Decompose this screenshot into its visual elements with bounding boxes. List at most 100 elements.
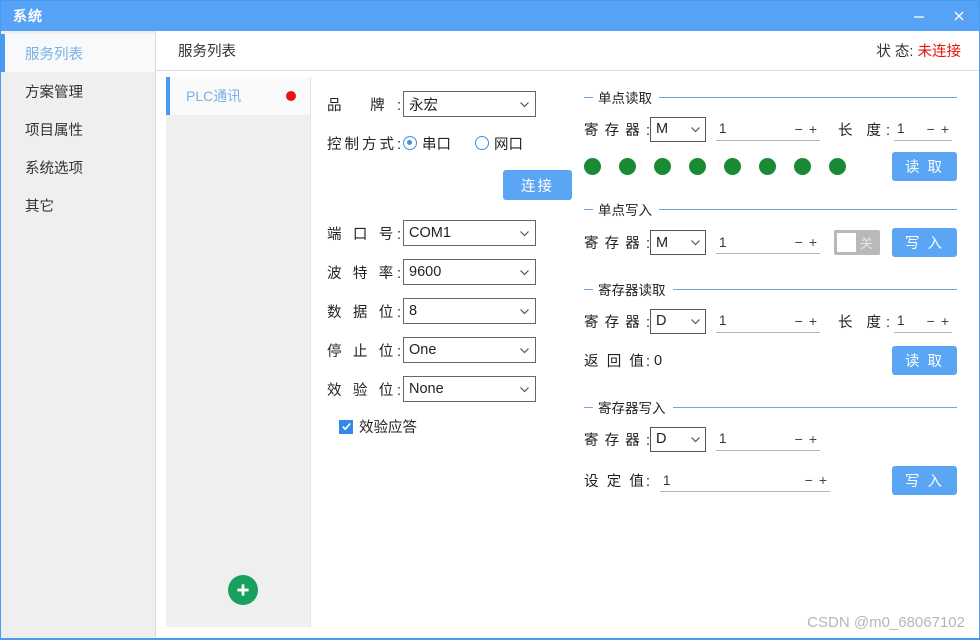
chevron-down-icon: [518, 98, 531, 111]
port-select[interactable]: COM1: [403, 220, 536, 246]
register-read-address-value[interactable]: 1: [716, 313, 792, 328]
sidebar-item-scheme-management[interactable]: 方案管理: [1, 72, 155, 110]
single-read-input-row: 寄存器: M 1 − +: [584, 116, 957, 142]
single-write-register-select[interactable]: M: [650, 230, 706, 255]
chevron-down-icon: [518, 344, 531, 357]
register-read-register-select[interactable]: D: [650, 309, 706, 334]
single-write-register-value: M: [656, 235, 689, 251]
decrement-button[interactable]: −: [792, 314, 806, 328]
register-write-set-value[interactable]: 1: [660, 473, 802, 488]
radio-network-label[interactable]: 网口: [494, 133, 523, 154]
register-read-return-label: 返 回 值:: [584, 350, 650, 371]
single-read-register-value: M: [656, 121, 689, 137]
decrement-button[interactable]: −: [792, 122, 806, 136]
chevron-down-icon: [518, 266, 531, 279]
group-label: 寄存器读取: [598, 279, 666, 299]
radio-serial-icon[interactable]: [403, 136, 417, 150]
page-title: 服务列表: [178, 40, 236, 61]
sidebar-item-system-options[interactable]: 系统选项: [1, 148, 155, 186]
group-register-write: 寄存器写入 寄存器: D 1: [584, 397, 957, 495]
databits-select[interactable]: 8: [403, 298, 536, 324]
register-read-return-row: 返 回 值: 0 读 取: [584, 346, 957, 375]
brand-label: 品 牌:: [327, 94, 403, 115]
parity-label: 效 验 位:: [327, 379, 403, 400]
group-rule: [659, 209, 957, 210]
group-rule: [659, 97, 957, 98]
plus-icon: [234, 581, 252, 599]
service-list-item-plc[interactable]: PLC通讯: [166, 77, 310, 115]
increment-button[interactable]: +: [816, 473, 830, 487]
baudrate-select[interactable]: 9600: [403, 259, 536, 285]
stopbits-select[interactable]: One: [403, 337, 536, 363]
single-write-address-value[interactable]: 1: [716, 235, 792, 250]
parity-select[interactable]: None: [403, 376, 536, 402]
app-window: 系统 服务列表 方案管理 项目属性 系统选项: [0, 0, 980, 640]
single-write-toggle[interactable]: 关: [834, 230, 880, 255]
check-reply-label: 效验应答: [359, 416, 417, 437]
connection-form: 品 牌: 永宏 控制方式: 串口: [311, 71, 576, 639]
sidebar-item-other[interactable]: 其它: [1, 186, 155, 224]
single-read-length-value[interactable]: 1: [894, 121, 924, 136]
group-dash: [584, 209, 593, 210]
register-write-address-stepper[interactable]: 1 − +: [716, 428, 820, 451]
increment-button[interactable]: +: [938, 122, 952, 136]
panes: PLC通讯 品 牌: 永宏: [156, 71, 979, 639]
single-read-address-stepper[interactable]: 1 − +: [716, 118, 820, 141]
single-read-address-value[interactable]: 1: [716, 121, 792, 136]
increment-button[interactable]: +: [806, 314, 820, 328]
decrement-button[interactable]: −: [924, 122, 938, 136]
single-write-input-row: 寄存器: M 1 − +: [584, 228, 957, 257]
minimize-icon[interactable]: [899, 1, 939, 31]
register-read-input-row: 寄存器: D 1 − +: [584, 308, 957, 334]
group-title-register-write: 寄存器写入: [584, 397, 957, 417]
register-write-button[interactable]: 写 入: [892, 466, 957, 495]
increment-button[interactable]: +: [806, 235, 820, 249]
single-read-length-stepper[interactable]: 1 − +: [894, 118, 952, 141]
add-service-button[interactable]: [228, 575, 258, 605]
sidebar: 服务列表 方案管理 项目属性 系统选项 其它: [1, 31, 156, 640]
decrement-button[interactable]: −: [792, 235, 806, 249]
increment-button[interactable]: +: [938, 314, 952, 328]
check-reply-row[interactable]: 效验应答: [327, 416, 576, 437]
register-read-length-value[interactable]: 1: [894, 313, 924, 328]
register-read-button[interactable]: 读 取: [892, 346, 957, 375]
single-read-length-label: 长 度:: [838, 119, 890, 140]
group-rule: [673, 289, 958, 290]
decrement-button[interactable]: −: [924, 314, 938, 328]
register-write-address-value[interactable]: 1: [716, 431, 792, 446]
brand-select[interactable]: 永宏: [403, 91, 536, 117]
increment-button[interactable]: +: [806, 432, 820, 446]
content-area: 服务列表 状 态: 未连接 PLC通讯: [156, 31, 979, 640]
register-write-set-stepper[interactable]: 1 − +: [660, 469, 830, 492]
bit-indicator-dot: [829, 158, 846, 175]
register-write-register-value: D: [656, 431, 689, 447]
bit-indicator-dot: [689, 158, 706, 175]
single-read-result-dots: 读 取: [584, 152, 957, 181]
status-dot-icon: [286, 91, 296, 101]
brand-value: 永宏: [409, 94, 518, 115]
register-read-register-label: 寄存器:: [584, 311, 650, 332]
increment-button[interactable]: +: [806, 122, 820, 136]
single-read-button[interactable]: 读 取: [892, 152, 957, 181]
decrement-button[interactable]: −: [802, 473, 816, 487]
radio-serial-label[interactable]: 串口: [422, 133, 451, 154]
radio-network-icon[interactable]: [475, 136, 489, 150]
group-title-register-read: 寄存器读取: [584, 279, 957, 299]
single-read-register-select[interactable]: M: [650, 117, 706, 142]
sidebar-item-project-properties[interactable]: 项目属性: [1, 110, 155, 148]
sidebar-item-service-list[interactable]: 服务列表: [1, 34, 155, 72]
connect-button[interactable]: 连接: [503, 170, 572, 200]
stopbits-value: One: [409, 342, 518, 358]
bit-indicator-dot: [619, 158, 636, 175]
register-read-length-stepper[interactable]: 1 − +: [894, 310, 952, 333]
single-write-address-stepper[interactable]: 1 − +: [716, 231, 820, 254]
databits-label: 数 据 位:: [327, 301, 403, 322]
single-write-button[interactable]: 写 入: [892, 228, 957, 257]
baudrate-label: 波 特 率:: [327, 262, 403, 283]
checkbox-check-icon[interactable]: [339, 420, 353, 434]
decrement-button[interactable]: −: [792, 432, 806, 446]
register-read-address-stepper[interactable]: 1 − +: [716, 310, 820, 333]
register-write-register-select[interactable]: D: [650, 427, 706, 452]
control-mode-row: 控制方式: 串口 网口: [327, 130, 576, 156]
close-icon[interactable]: [939, 1, 979, 31]
